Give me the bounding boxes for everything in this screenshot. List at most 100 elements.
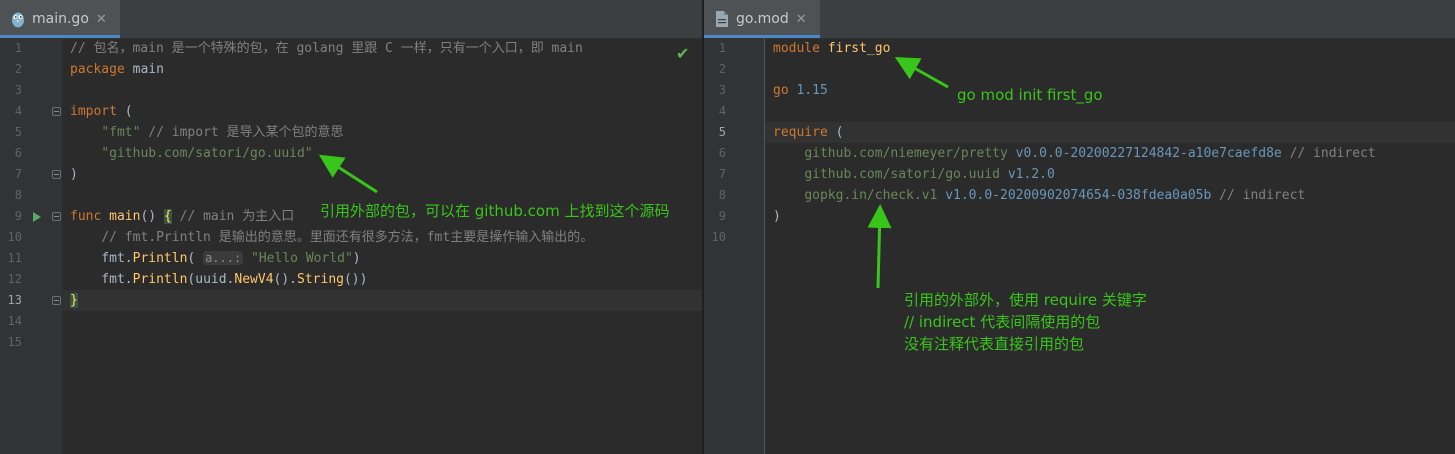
code-line[interactable]: "fmt" // import 是导入某个包的意思 <box>62 122 702 143</box>
line-number[interactable]: 10 <box>0 227 22 248</box>
code-text: go 1.15 <box>773 80 828 101</box>
run-gutter-icon[interactable] <box>33 212 41 222</box>
line-number[interactable]: 2 <box>704 59 726 80</box>
code-line[interactable]: fmt.Println( a...: "Hello World") <box>62 248 702 269</box>
code-token: func <box>70 209 102 224</box>
line-number[interactable]: 10 <box>704 227 726 248</box>
code-token: // indirect <box>1289 146 1376 161</box>
line-number[interactable]: 15 <box>0 332 22 353</box>
code-line[interactable]: // fmt.Println 是输出的意思。里面还有很多方法，fmt主要是操作输… <box>62 227 702 248</box>
line-number[interactable]: 12 <box>0 269 22 290</box>
line-number[interactable]: 6 <box>704 143 726 164</box>
code-line[interactable]: "github.com/satori/go.uuid" <box>62 143 702 164</box>
code-text: package main <box>70 59 164 80</box>
code-line[interactable]: // 包名，main 是一个特殊的包，在 golang 里跟 C 一样，只有一个… <box>62 38 702 59</box>
code-token: NewV4 <box>234 272 274 287</box>
code-token: module <box>773 41 820 56</box>
code-line[interactable] <box>765 227 1455 248</box>
code-line[interactable]: go 1.15 <box>765 80 1455 101</box>
code-token: ( <box>116 104 133 119</box>
code-line[interactable] <box>765 101 1455 122</box>
line-number[interactable]: 3 <box>0 80 22 101</box>
code-token: ()) <box>343 272 368 287</box>
code-line[interactable]: } <box>62 290 702 311</box>
right-gutter[interactable]: 1 2 3 4 5 6 7 8 9 10 <box>704 38 765 454</box>
code-line[interactable] <box>62 332 702 353</box>
code-token: main <box>124 62 164 77</box>
main-go-editor-pane[interactable]: main.go ✕ 1 2 3 4 5 6 7 8 9 10 11 12 13 14 15 // 包名，ma… <box>0 0 702 454</box>
code-line[interactable]: import ( <box>62 101 702 122</box>
code-token: ) <box>70 167 78 182</box>
line-number[interactable]: 2 <box>0 59 22 80</box>
code-text: import ( <box>70 101 133 122</box>
go-mod-editor-pane[interactable]: go.mod ✕ 1 2 3 4 5 6 7 8 9 10 module first_gogo 1… <box>704 0 1455 454</box>
code-token: // import 是导入某个包的意思 <box>148 125 344 140</box>
line-number[interactable]: 14 <box>0 311 22 332</box>
fold-toggle-icon[interactable] <box>52 296 61 305</box>
code-token: github.com/niemeyer/pretty <box>804 146 1008 161</box>
code-token: fmt. <box>70 251 133 266</box>
code-token: (uuid. <box>187 272 235 287</box>
gopher-icon <box>10 10 26 28</box>
line-number[interactable]: 11 <box>0 248 22 269</box>
code-line[interactable] <box>62 311 702 332</box>
code-text: ) <box>773 206 781 227</box>
code-line[interactable]: fmt.Println(uuid.NewV4().String()) <box>62 269 702 290</box>
line-number[interactable]: 13 <box>0 290 22 311</box>
code-line[interactable]: github.com/satori/go.uuid v1.2.0 <box>765 164 1455 185</box>
left-gutter[interactable]: 1 2 3 4 5 6 7 8 9 10 11 12 13 14 15 <box>0 38 62 454</box>
tab-go-mod[interactable]: go.mod ✕ <box>704 0 820 38</box>
code-line[interactable]: package main <box>62 59 702 80</box>
code-line[interactable] <box>765 59 1455 80</box>
line-number[interactable]: 9 <box>704 206 726 227</box>
line-number[interactable]: 7 <box>704 164 726 185</box>
line-number[interactable]: 6 <box>0 143 22 164</box>
code-line[interactable]: gopkg.in/check.v1 v1.0.0-20200902074654-… <box>765 185 1455 206</box>
close-icon[interactable]: ✕ <box>796 12 807 27</box>
code-token: ( <box>827 125 844 140</box>
line-number[interactable]: 5 <box>704 122 726 143</box>
line-number[interactable]: 4 <box>704 101 726 122</box>
code-line[interactable]: ) <box>62 164 702 185</box>
annotation-require-line-1: 引用的外部外，使用 require 关键字 <box>904 291 1147 309</box>
code-line[interactable]: github.com/niemeyer/pretty v0.0.0-202002… <box>765 143 1455 164</box>
close-icon[interactable]: ✕ <box>96 12 107 27</box>
code-token: "github.com/satori/go.uuid" <box>101 146 313 161</box>
code-token: fmt. <box>70 272 133 287</box>
fold-toggle-icon[interactable] <box>52 170 61 179</box>
code-line[interactable] <box>62 80 702 101</box>
code-token: 1.15 <box>796 83 828 98</box>
line-number[interactable]: 1 <box>0 38 22 59</box>
code-token: "Hello World" <box>251 251 353 266</box>
code-text: // 包名，main 是一个特殊的包，在 golang 里跟 C 一样，只有一个… <box>70 38 583 59</box>
code-text: fmt.Println(uuid.NewV4().String()) <box>70 269 367 290</box>
fold-toggle-icon[interactable] <box>52 212 61 221</box>
code-token: // main 为主入口 <box>179 209 295 224</box>
code-text: // fmt.Println 是输出的意思。里面还有很多方法，fmt主要是操作输… <box>70 227 593 248</box>
fold-toggle-icon[interactable] <box>52 107 61 116</box>
code-token: "fmt" <box>101 125 141 140</box>
code-line[interactable]: module first_go <box>765 38 1455 59</box>
main-go-code-area[interactable]: // 包名，main 是一个特殊的包，在 golang 里跟 C 一样，只有一个… <box>62 38 702 454</box>
line-number[interactable]: 8 <box>704 185 726 206</box>
line-number[interactable]: 3 <box>704 80 726 101</box>
go-mod-code-area[interactable]: module first_gogo 1.15 require ( github.c… <box>765 38 1455 454</box>
file-icon <box>714 10 730 28</box>
inspection-ok-check-icon[interactable]: ✔ <box>676 44 689 63</box>
code-line[interactable]: require ( <box>765 122 1455 143</box>
code-token: } <box>70 293 78 308</box>
tab-main-go-label: main.go <box>32 11 89 27</box>
line-number[interactable]: 4 <box>0 101 22 122</box>
line-number[interactable]: 1 <box>704 38 726 59</box>
code-line[interactable]: ) <box>765 206 1455 227</box>
line-number[interactable]: 8 <box>0 185 22 206</box>
line-number[interactable]: 5 <box>0 122 22 143</box>
line-number[interactable]: 9 <box>0 206 22 227</box>
line-number[interactable]: 7 <box>0 164 22 185</box>
tab-main-go[interactable]: main.go ✕ <box>0 0 120 38</box>
code-text: func main() { // main 为主入口 <box>70 206 294 227</box>
